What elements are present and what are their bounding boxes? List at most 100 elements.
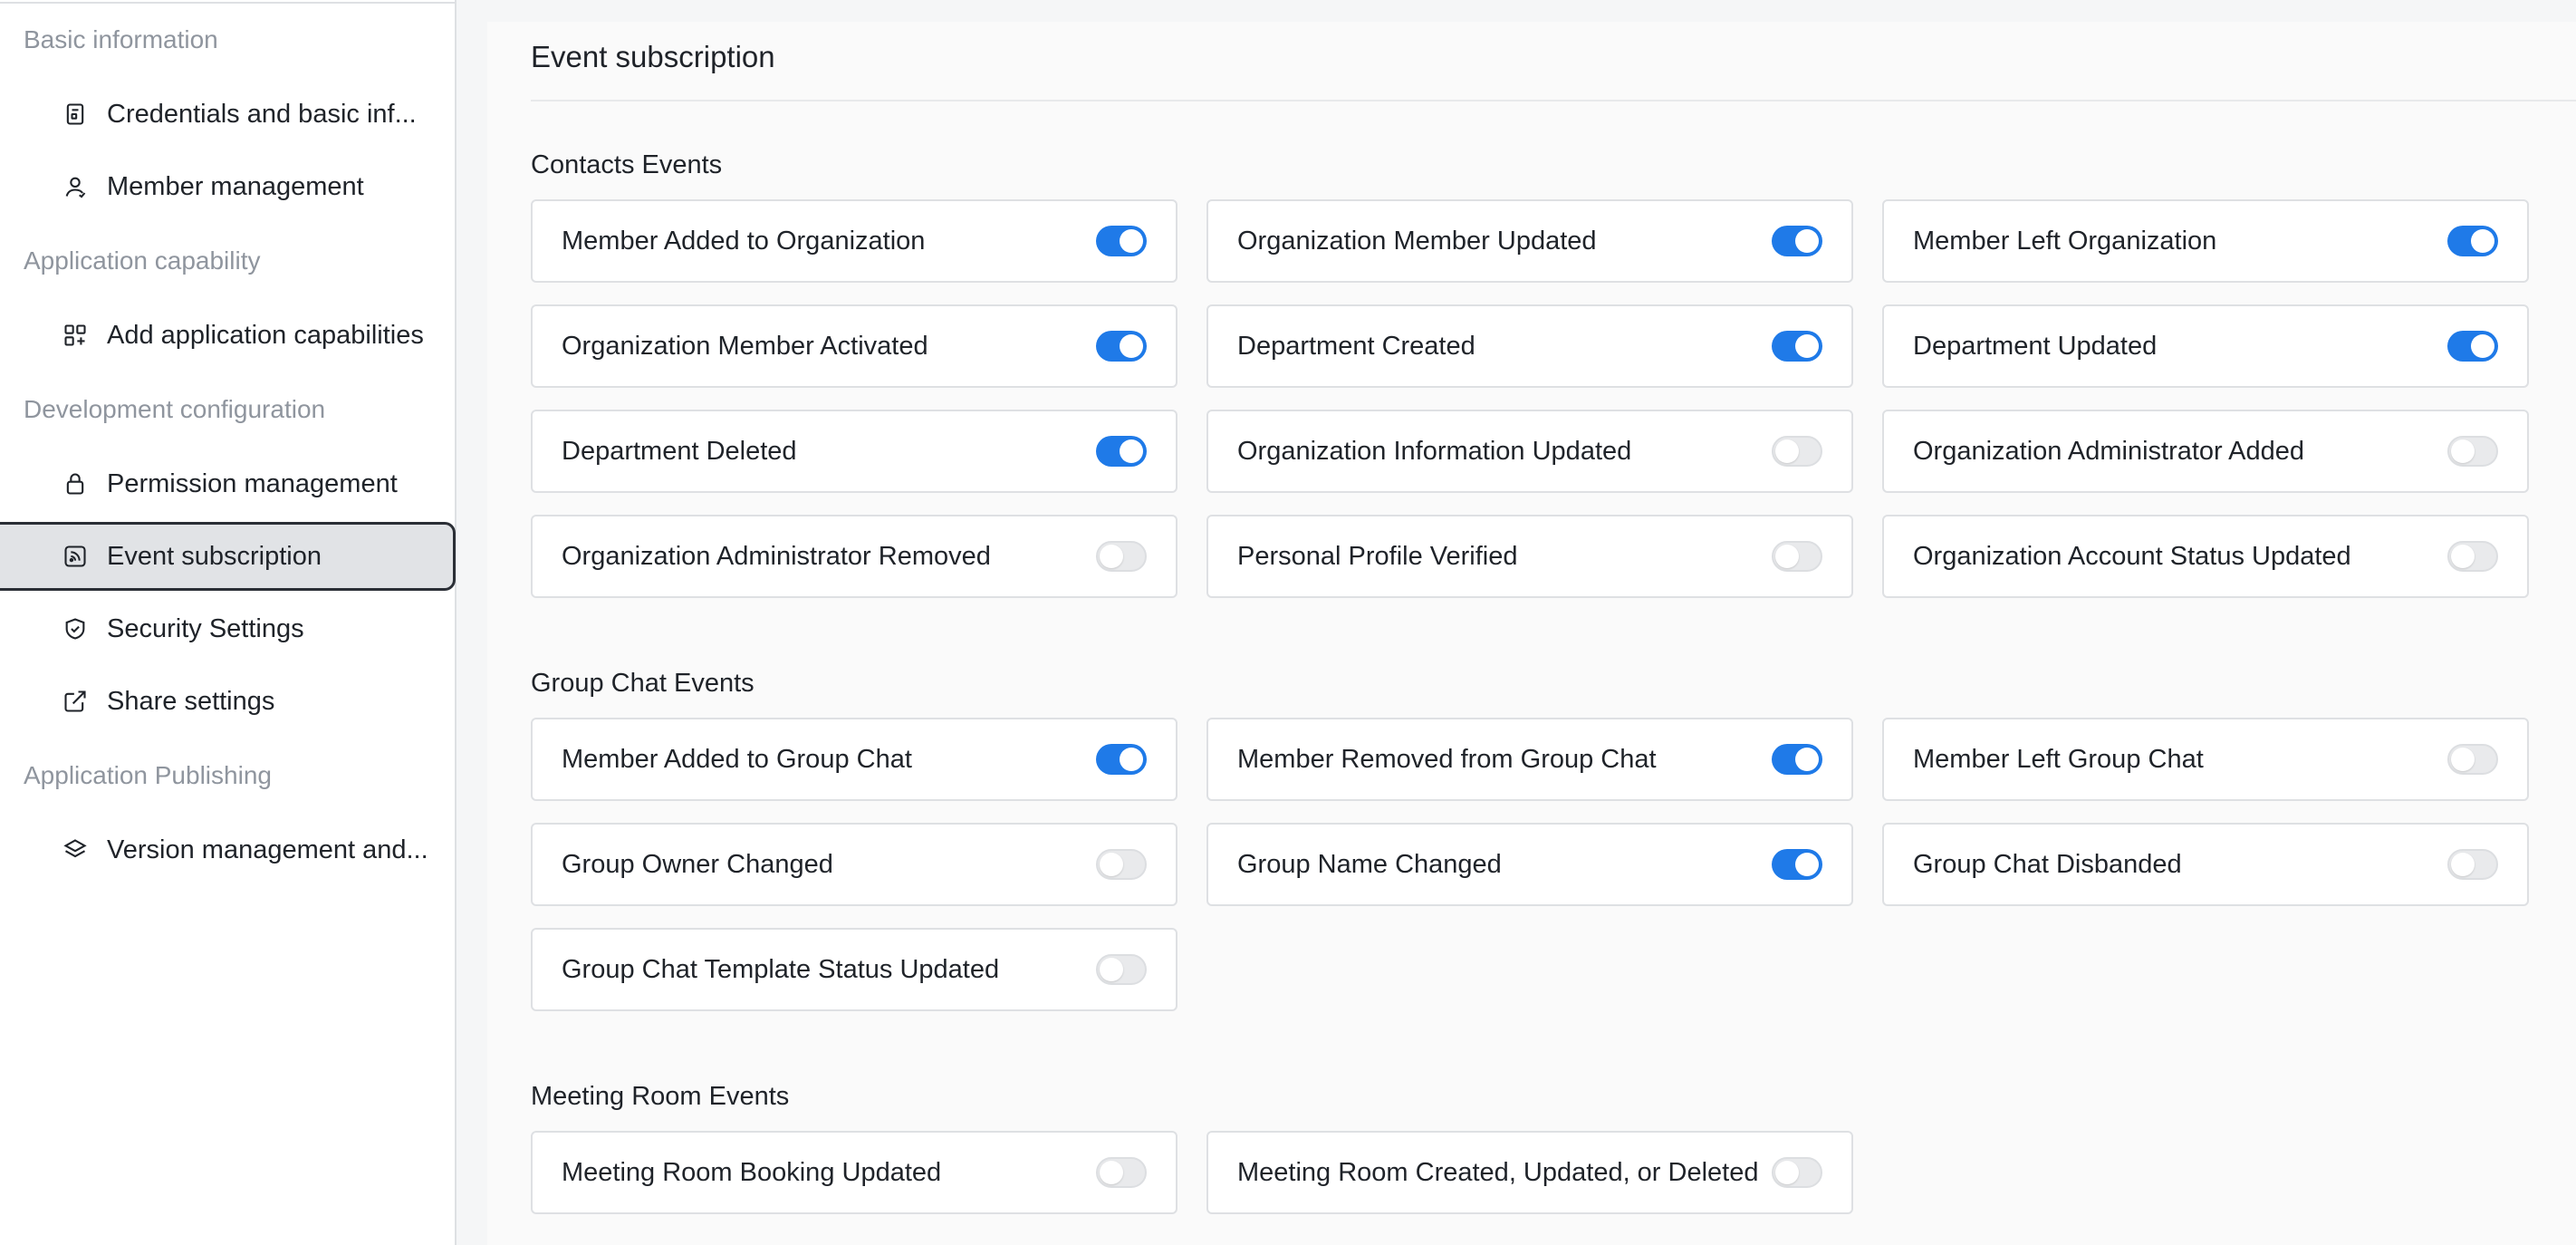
sidebar-top-divider (0, 0, 457, 4)
toggle-knob (1120, 748, 1143, 771)
event-card: Member Left Organization (1882, 199, 2529, 283)
sidebar-group-development: Development configuration (24, 395, 326, 423)
event-toggle-switch[interactable] (1096, 744, 1147, 775)
event-card: Group Chat Template Status Updated (531, 928, 1177, 1011)
user-icon (62, 173, 89, 200)
toggle-knob (1795, 748, 1819, 771)
event-toggle-switch[interactable] (1096, 226, 1147, 256)
toggle-knob (1775, 1161, 1799, 1184)
toggle-knob (1120, 229, 1143, 253)
event-label: Group Chat Disbanded (1913, 849, 2182, 879)
event-toggle-switch[interactable] (1096, 331, 1147, 362)
toggle-knob (2451, 545, 2475, 568)
sidebar-item-credentials[interactable]: Credentials and basic inf... (0, 80, 457, 149)
event-toggle-switch[interactable] (1772, 744, 1822, 775)
event-card: Group Owner Changed (531, 823, 1177, 906)
sidebar-item-label: Share settings (107, 686, 275, 716)
event-toggle-switch[interactable] (2447, 744, 2498, 775)
event-label: Organization Account Status Updated (1913, 541, 2351, 571)
event-toggle-switch[interactable] (1096, 436, 1147, 467)
event-label: Member Added to Group Chat (562, 744, 912, 774)
event-card: Group Name Changed (1206, 823, 1853, 906)
toggle-knob (1100, 545, 1123, 568)
sidebar-group-capability: Application capability (24, 246, 261, 275)
event-card: Member Removed from Group Chat (1206, 718, 1853, 801)
event-toggle-switch[interactable] (2447, 849, 2498, 880)
sidebar-item-label: Security Settings (107, 613, 304, 643)
event-label: Meeting Room Created, Updated, or Delete… (1237, 1157, 1759, 1187)
event-label: Organization Administrator Added (1913, 436, 2305, 466)
event-card: Organization Administrator Removed (531, 515, 1177, 598)
sidebar-group-publishing: Application Publishing (24, 761, 272, 789)
sidebar-item-label: Credentials and basic inf... (107, 99, 417, 129)
event-toggle-switch[interactable] (1772, 226, 1822, 256)
title-divider (531, 100, 2576, 101)
event-label: Department Created (1237, 331, 1475, 361)
sidebar-item-event-subscription[interactable]: Event subscription (0, 522, 456, 591)
event-toggle-switch[interactable] (1772, 331, 1822, 362)
event-card: Organization Account Status Updated (1882, 515, 2529, 598)
event-card: Group Chat Disbanded (1882, 823, 2529, 906)
toggle-knob (1100, 853, 1123, 876)
toggle-knob (2451, 748, 2475, 771)
event-card: Member Left Group Chat (1882, 718, 2529, 801)
event-label: Group Name Changed (1237, 849, 1502, 879)
apps-add-icon (62, 322, 89, 349)
event-label: Member Left Organization (1913, 226, 2217, 256)
layers-icon (62, 836, 89, 864)
toggle-knob (1120, 439, 1143, 463)
event-toggle-switch[interactable] (1772, 436, 1822, 467)
sidebar-item-version-management[interactable]: Version management and... (0, 816, 457, 884)
section-title-contacts: Contacts Events (531, 150, 723, 179)
toggle-knob (1775, 545, 1799, 568)
event-label: Member Added to Organization (562, 226, 926, 256)
event-card: Department Deleted (531, 410, 1177, 493)
event-toggle-switch[interactable] (2447, 541, 2498, 572)
event-card: Organization Administrator Added (1882, 410, 2529, 493)
event-card: Organization Member Updated (1206, 199, 1853, 283)
event-card: Department Updated (1882, 304, 2529, 388)
event-card: Personal Profile Verified (1206, 515, 1853, 598)
event-label: Group Owner Changed (562, 849, 833, 879)
sidebar-item-security-settings[interactable]: Security Settings (0, 594, 457, 663)
sidebar-item-label: Permission management (107, 468, 398, 498)
share-external-icon (62, 688, 89, 715)
event-toggle-switch[interactable] (1096, 849, 1147, 880)
event-toggle-switch[interactable] (1772, 541, 1822, 572)
event-toggle-switch[interactable] (1096, 541, 1147, 572)
sidebar-item-add-capabilities[interactable]: Add application capabilities (0, 301, 457, 370)
event-toggle-switch[interactable] (1096, 1157, 1147, 1188)
toggle-knob (1795, 853, 1819, 876)
event-toggle-switch[interactable] (2447, 331, 2498, 362)
sidebar-item-permission-management[interactable]: Permission management (0, 449, 457, 518)
event-card: Meeting Room Created, Updated, or Delete… (1206, 1131, 1853, 1214)
toggle-knob (1795, 229, 1819, 253)
event-toggle-switch[interactable] (1096, 954, 1147, 985)
toggle-knob (1795, 334, 1819, 358)
sidebar: Basic information Credentials and basic … (0, 0, 457, 1245)
event-label: Personal Profile Verified (1237, 541, 1518, 571)
event-toggle-switch[interactable] (2447, 226, 2498, 256)
event-toggle-switch[interactable] (1772, 849, 1822, 880)
event-label: Member Left Group Chat (1913, 744, 2204, 774)
event-card: Department Created (1206, 304, 1853, 388)
toggle-knob (2451, 439, 2475, 463)
toggle-knob (2471, 229, 2494, 253)
toggle-knob (1775, 439, 1799, 463)
event-toggle-switch[interactable] (1772, 1157, 1822, 1188)
sidebar-item-member-management[interactable]: Member management (0, 152, 457, 221)
event-toggle-switch[interactable] (2447, 436, 2498, 467)
event-card: Meeting Room Booking Updated (531, 1131, 1177, 1214)
main-content: Event subscription Contacts Events Membe… (487, 22, 2576, 1245)
event-card: Organization Member Activated (531, 304, 1177, 388)
lock-icon (62, 470, 89, 497)
credentials-icon (62, 101, 89, 128)
event-label: Organization Information Updated (1237, 436, 1632, 466)
toggle-knob (1100, 958, 1123, 981)
event-label: Department Deleted (562, 436, 797, 466)
event-card: Organization Information Updated (1206, 410, 1853, 493)
toggle-knob (1100, 1161, 1123, 1184)
section-title-meeting-room: Meeting Room Events (531, 1082, 790, 1111)
sidebar-item-label: Event subscription (107, 541, 322, 571)
sidebar-item-share-settings[interactable]: Share settings (0, 667, 457, 736)
